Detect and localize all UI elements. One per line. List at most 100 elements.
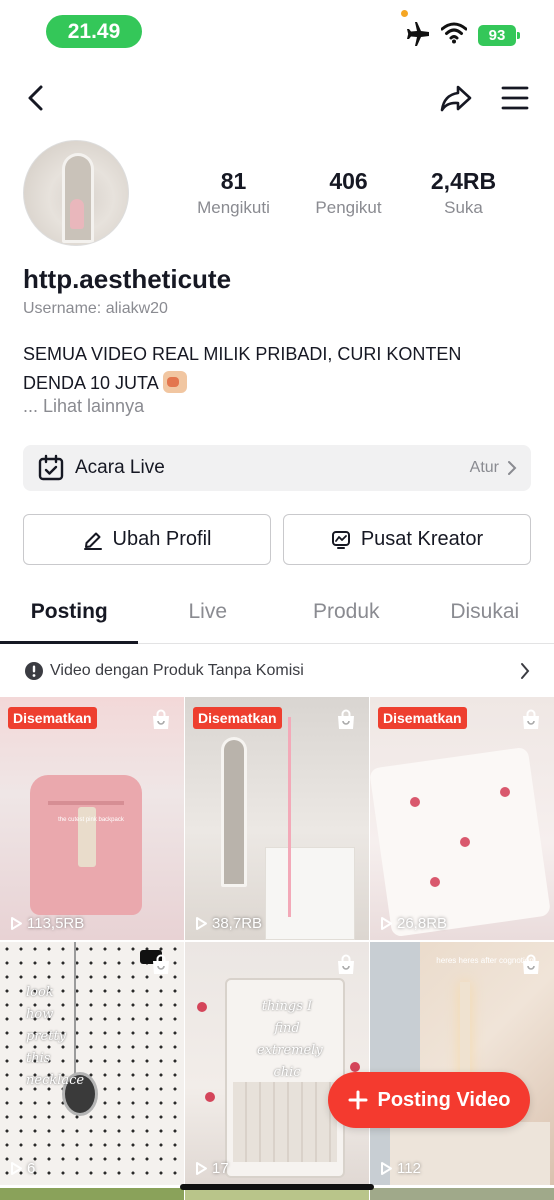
heart-pattern xyxy=(430,877,440,887)
jewelry-tray-shape xyxy=(233,1082,337,1162)
view-count-value: 6 xyxy=(27,1160,36,1177)
heart-pattern xyxy=(410,797,420,807)
see-more-link[interactable]: ... Lihat lainnya xyxy=(23,396,144,417)
stat-likes[interactable]: 2,4RB Suka xyxy=(406,168,521,218)
play-icon xyxy=(196,1162,207,1175)
shopping-bag-icon xyxy=(153,709,169,729)
view-count: 113,5RB xyxy=(10,915,84,932)
menu-button[interactable] xyxy=(498,80,532,116)
dresser-shape xyxy=(265,847,355,940)
airplane-mode-icon xyxy=(407,22,429,46)
status-time: 21.49 xyxy=(46,15,142,48)
shopping-bag-icon xyxy=(338,709,354,729)
pinned-badge: Disematkan xyxy=(378,707,467,729)
profile-stats: 81 Mengikuti 406 Pengikut 2,4RB Suka xyxy=(176,168,554,218)
stat-likes-label: Suka xyxy=(444,198,483,217)
tab-disukai[interactable]: Disukai xyxy=(416,590,554,643)
video-thumbnail[interactable]: look how pretty this necklace 6 xyxy=(0,942,184,1185)
back-button[interactable] xyxy=(18,80,52,116)
chevron-right-icon xyxy=(521,663,530,679)
share-button[interactable] xyxy=(438,80,474,116)
view-count: 38,7RB xyxy=(195,915,262,932)
video-thumbnail[interactable]: Disematkan 26,8RB xyxy=(370,697,554,940)
pinned-badge: Disematkan xyxy=(193,707,282,729)
view-count-value: 112 xyxy=(397,1160,421,1177)
bio-line-2: DENDA 10 JUTA xyxy=(23,373,159,393)
product-notice-bar[interactable]: Video dengan Produk Tanpa Komisi xyxy=(0,645,554,697)
profile-display-name: http.aestheticute xyxy=(23,264,232,294)
play-icon xyxy=(381,1162,392,1175)
view-count: 26,8RB xyxy=(380,915,447,932)
play-icon xyxy=(11,917,22,930)
tab-produk[interactable]: Produk xyxy=(277,590,416,643)
profile-action-buttons: Ubah Profil Pusat Kreator xyxy=(23,514,531,565)
backpack-buckle-shape xyxy=(78,807,96,867)
fist-emoji-icon xyxy=(162,371,187,393)
mirror-shape xyxy=(221,737,247,887)
view-count: 6 xyxy=(10,1160,35,1177)
view-count-value: 17 xyxy=(212,1160,229,1177)
creator-center-button[interactable]: Pusat Kreator xyxy=(283,514,531,565)
bio-line-1: SEMUA VIDEO REAL MILIK PRIBADI, CURI KON… xyxy=(23,344,462,364)
stat-following-value: 81 xyxy=(220,168,247,194)
plus-icon xyxy=(348,1090,367,1110)
avatar-mirror-shape xyxy=(62,153,94,243)
heart-pattern xyxy=(197,1002,207,1012)
tab-live[interactable]: Live xyxy=(139,590,278,643)
heart-pattern xyxy=(350,1062,360,1072)
home-indicator xyxy=(180,1184,374,1190)
calendar-check-icon xyxy=(38,454,64,481)
share-icon xyxy=(440,85,472,112)
live-event-manage-label: Atur xyxy=(469,459,499,476)
chevron-right-icon xyxy=(508,461,517,475)
heart-pattern xyxy=(500,787,510,797)
shopping-bag-icon xyxy=(338,954,354,974)
battery-indicator: 93 xyxy=(478,25,520,46)
avatar[interactable] xyxy=(23,140,129,246)
shopping-bag-icon xyxy=(523,954,539,974)
stat-likes-value: 2,4RB xyxy=(430,168,497,194)
video-thumbnail[interactable]: heres heres after cognotion 112 xyxy=(370,942,554,1185)
edit-profile-label: Ubah Profil xyxy=(112,528,212,550)
video-caption: look how pretty this necklace xyxy=(26,985,85,1088)
view-count-value: 113,5RB xyxy=(27,915,85,932)
edit-profile-button[interactable]: Ubah Profil xyxy=(23,514,271,565)
product-notice-text: Video dengan Produk Tanpa Komisi xyxy=(50,662,304,679)
status-bar: 21.49 93 xyxy=(0,0,554,64)
heart-pattern xyxy=(460,837,470,847)
view-count: 112 xyxy=(380,1160,421,1177)
video-thumbnail[interactable]: things I find extremely chic 17 xyxy=(185,942,369,1185)
post-video-label: Posting Video xyxy=(377,1088,511,1111)
video-caption: the cutest pink backpack xyxy=(58,817,124,823)
privacy-indicator-dot xyxy=(401,10,408,17)
stat-followers[interactable]: 406 Pengikut xyxy=(291,168,406,218)
video-caption: things I find extremely chic xyxy=(257,999,323,1080)
ribbon-shape xyxy=(288,717,291,917)
live-event-bar[interactable]: Acara Live Atur xyxy=(23,445,531,491)
play-icon xyxy=(11,1162,22,1175)
stat-following[interactable]: 81 Mengikuti xyxy=(176,168,291,218)
chevron-left-icon xyxy=(28,85,43,111)
live-event-manage[interactable]: Atur xyxy=(470,459,517,477)
profile-username: Username: aliakw20 xyxy=(23,300,168,317)
battery-level: 93 xyxy=(488,27,506,44)
pencil-icon xyxy=(83,532,102,550)
wifi-icon xyxy=(441,22,467,44)
stat-followers-label: Pengikut xyxy=(315,198,382,217)
play-icon xyxy=(381,917,392,930)
video-thumbnail[interactable]: the cutest pink backpack Disematkan 113,… xyxy=(0,697,184,940)
video-thumbnail[interactable]: Disematkan 38,7RB xyxy=(185,697,369,940)
video-thumbnail-peek[interactable] xyxy=(0,1188,184,1200)
view-count-value: 38,7RB xyxy=(212,915,263,932)
hamburger-menu-icon xyxy=(501,86,529,110)
tab-posting[interactable]: Posting xyxy=(0,590,139,644)
post-video-button[interactable]: Posting Video xyxy=(328,1072,530,1128)
shopping-bag-icon xyxy=(153,954,169,974)
profile-bio: SEMUA VIDEO REAL MILIK PRIBADI, CURI KON… xyxy=(23,340,513,398)
shopping-bag-icon xyxy=(523,709,539,729)
avatar-person-shape xyxy=(70,199,84,229)
creator-chart-icon xyxy=(331,530,350,549)
alert-circle-icon xyxy=(25,662,43,680)
view-count-value: 26,8RB xyxy=(397,915,448,932)
video-thumbnail-peek[interactable] xyxy=(370,1188,554,1200)
